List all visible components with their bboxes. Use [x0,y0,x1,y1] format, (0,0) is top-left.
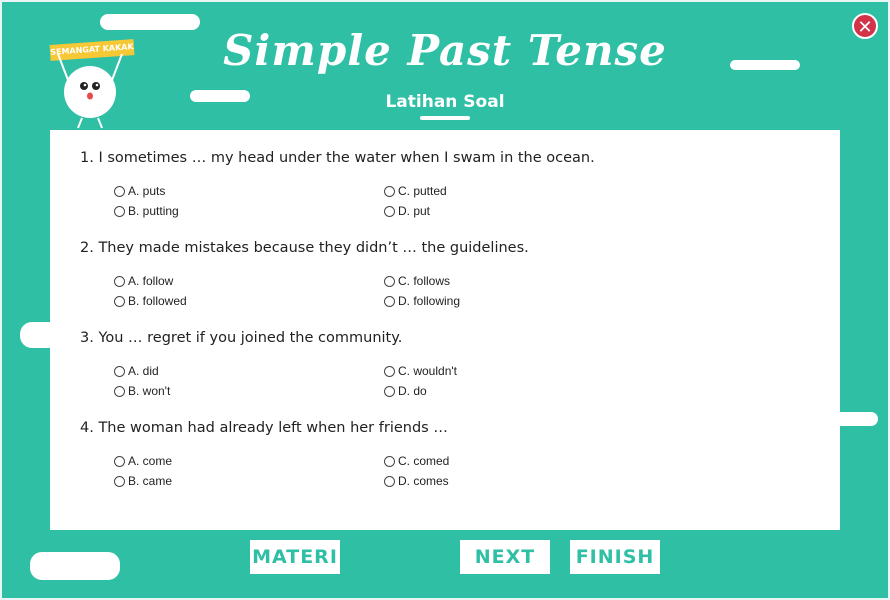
option-2c[interactable]: C. follows [384,274,450,288]
radio-icon[interactable] [384,185,395,197]
materi-button[interactable]: MATERI [250,540,340,574]
next-button[interactable]: NEXT [460,540,550,574]
radio-icon[interactable] [114,185,125,197]
option-3b[interactable]: B. won't [114,384,170,398]
option-label: B. followed [128,294,187,308]
question-2: 2. They made mistakes because they didn’… [80,240,529,256]
radio-icon[interactable] [114,385,125,397]
option-4a[interactable]: A. come [114,454,172,468]
option-1b[interactable]: B. putting [114,204,179,218]
radio-icon[interactable] [114,295,125,307]
radio-icon[interactable] [384,385,395,397]
option-label: D. comes [398,474,449,488]
option-label: B. won't [128,384,171,398]
option-2a[interactable]: A. follow [114,274,173,288]
option-1c[interactable]: C. putted [384,184,447,198]
option-4d[interactable]: D. comes [384,474,449,488]
radio-icon[interactable] [384,275,395,287]
option-label: A. puts [128,184,166,198]
option-label: C. comed [398,454,450,468]
option-label: A. follow [128,274,174,288]
option-label: D. do [398,384,427,398]
option-label: C. putted [398,184,447,198]
radio-icon[interactable] [114,365,125,377]
subtitle-underline [420,116,470,120]
radio-icon[interactable] [384,295,395,307]
option-3d[interactable]: D. do [384,384,427,398]
page-title: Simple Past Tense [223,26,667,75]
option-label: D. put [398,204,431,218]
radio-icon[interactable] [384,475,395,487]
option-4b[interactable]: B. came [114,474,172,488]
option-label: C. wouldn't [398,364,457,378]
option-label: D. following [398,294,461,308]
finish-button[interactable]: FINISH [570,540,660,574]
radio-icon[interactable] [114,275,125,287]
option-label: B. putting [128,204,179,218]
radio-icon[interactable] [114,205,125,217]
radio-icon[interactable] [384,205,395,217]
option-3a[interactable]: A. did [114,364,159,378]
radio-icon[interactable] [114,455,125,467]
option-4c[interactable]: C. comed [384,454,449,468]
option-label: A. come [128,454,173,468]
option-label: C. follows [398,274,451,288]
question-4: 4. The woman had already left when her f… [80,420,448,436]
radio-icon[interactable] [384,365,395,377]
question-3: 3. You … regret if you joined the commun… [80,330,403,346]
option-label: A. did [128,364,159,378]
question-1: 1. I sometimes … my head under the water… [80,150,595,166]
option-label: B. came [128,474,173,488]
option-3c[interactable]: C. wouldn't [384,364,457,378]
option-1d[interactable]: D. put [384,204,430,218]
option-2d[interactable]: D. following [384,294,460,308]
quiz-panel: 1. I sometimes … my head under the water… [50,130,840,530]
cloud-decoration [30,552,120,580]
page-subtitle: Latihan Soal [385,92,505,112]
radio-icon[interactable] [384,455,395,467]
radio-icon[interactable] [114,475,125,487]
option-2b[interactable]: B. followed [114,294,187,308]
cloud-decoration [834,412,878,426]
option-1a[interactable]: A. puts [114,184,165,198]
